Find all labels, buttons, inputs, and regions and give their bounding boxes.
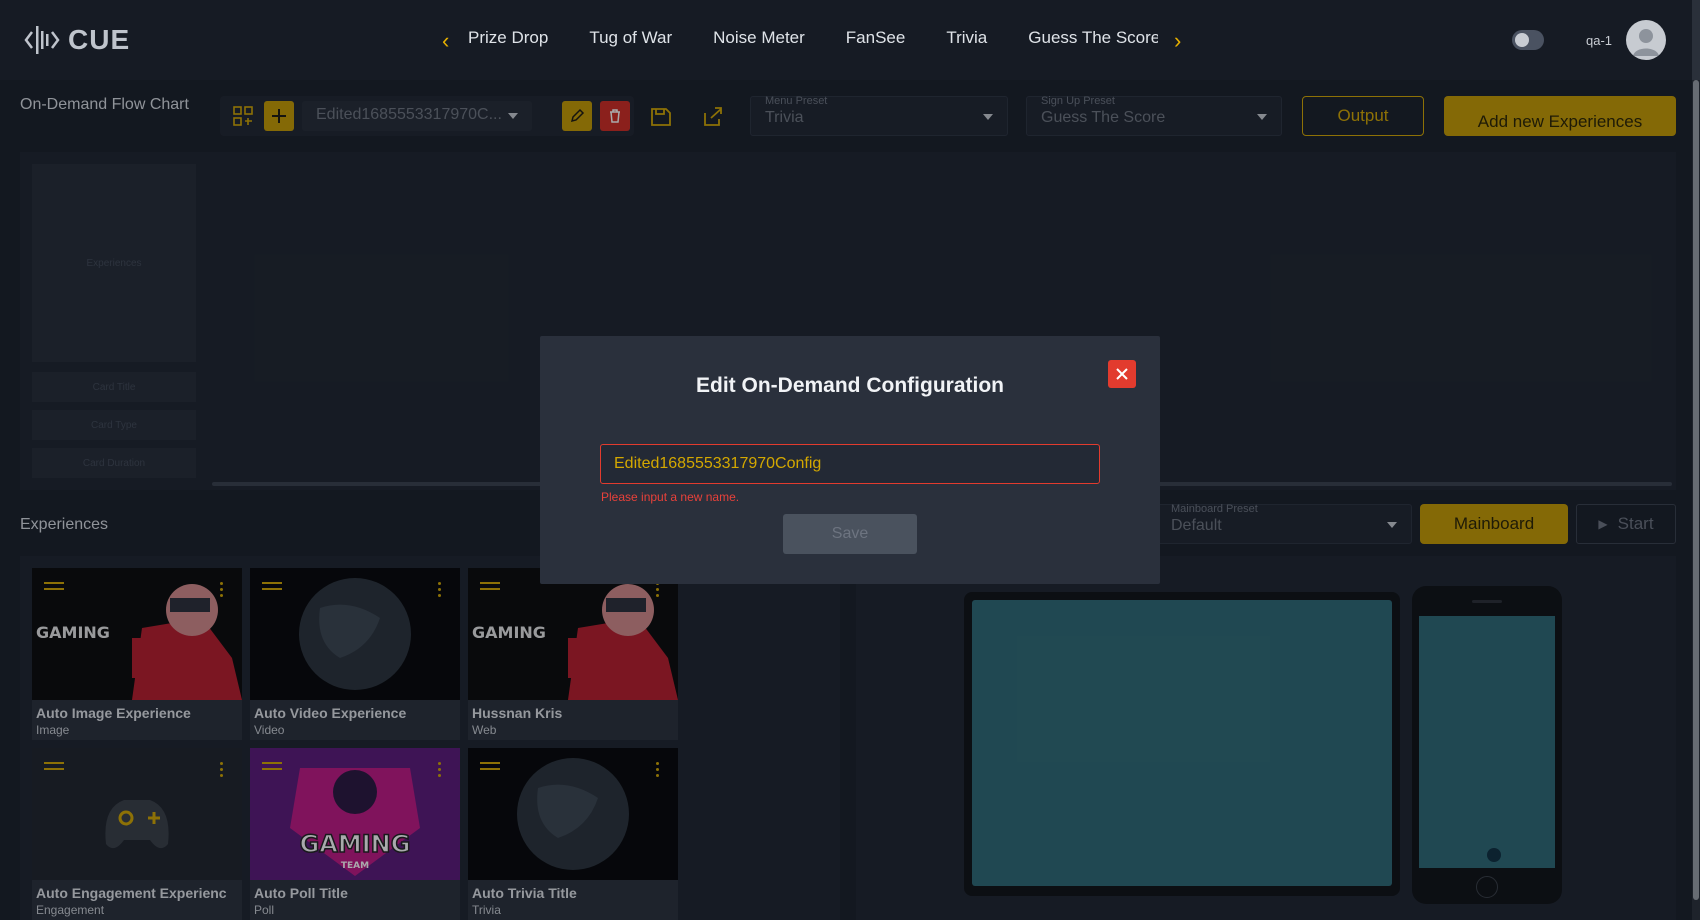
tab-trivia[interactable]: Trivia — [946, 28, 987, 54]
cue-logo-icon — [24, 26, 60, 54]
user-avatar-icon — [1633, 29, 1659, 56]
error-message: Please input a new name. — [601, 490, 740, 504]
save-button[interactable]: Save — [783, 514, 917, 554]
tab-prize-drop[interactable]: Prize Drop — [468, 28, 548, 54]
logo[interactable]: CUE — [24, 20, 130, 60]
logo-text: CUE — [68, 24, 131, 55]
edit-config-modal: Edit On-Demand Configuration Please inpu… — [540, 336, 1160, 584]
modal-title: Edit On-Demand Configuration — [696, 374, 1004, 397]
close-button[interactable] — [1108, 360, 1136, 388]
config-name-input[interactable] — [600, 444, 1100, 484]
experience-tabs: Prize Drop Tug of War Noise Meter FanSee… — [468, 28, 1158, 54]
tab-tug-of-war[interactable]: Tug of War — [589, 28, 672, 54]
nav-prev-arrow-icon[interactable]: ‹ — [442, 28, 449, 54]
tab-guess-the-score[interactable]: Guess The Score — [1028, 28, 1158, 54]
theme-toggle[interactable] — [1512, 30, 1544, 50]
user-name: qa-1 — [1586, 33, 1613, 48]
nav-next-arrow-icon[interactable]: › — [1174, 28, 1181, 54]
avatar[interactable] — [1626, 20, 1666, 60]
tab-noise-meter[interactable]: Noise Meter — [713, 28, 805, 54]
close-icon — [1116, 368, 1128, 380]
top-bar: CUE ‹ Prize Drop Tug of War Noise Meter … — [0, 0, 1700, 80]
tab-fansee[interactable]: FanSee — [846, 28, 906, 54]
